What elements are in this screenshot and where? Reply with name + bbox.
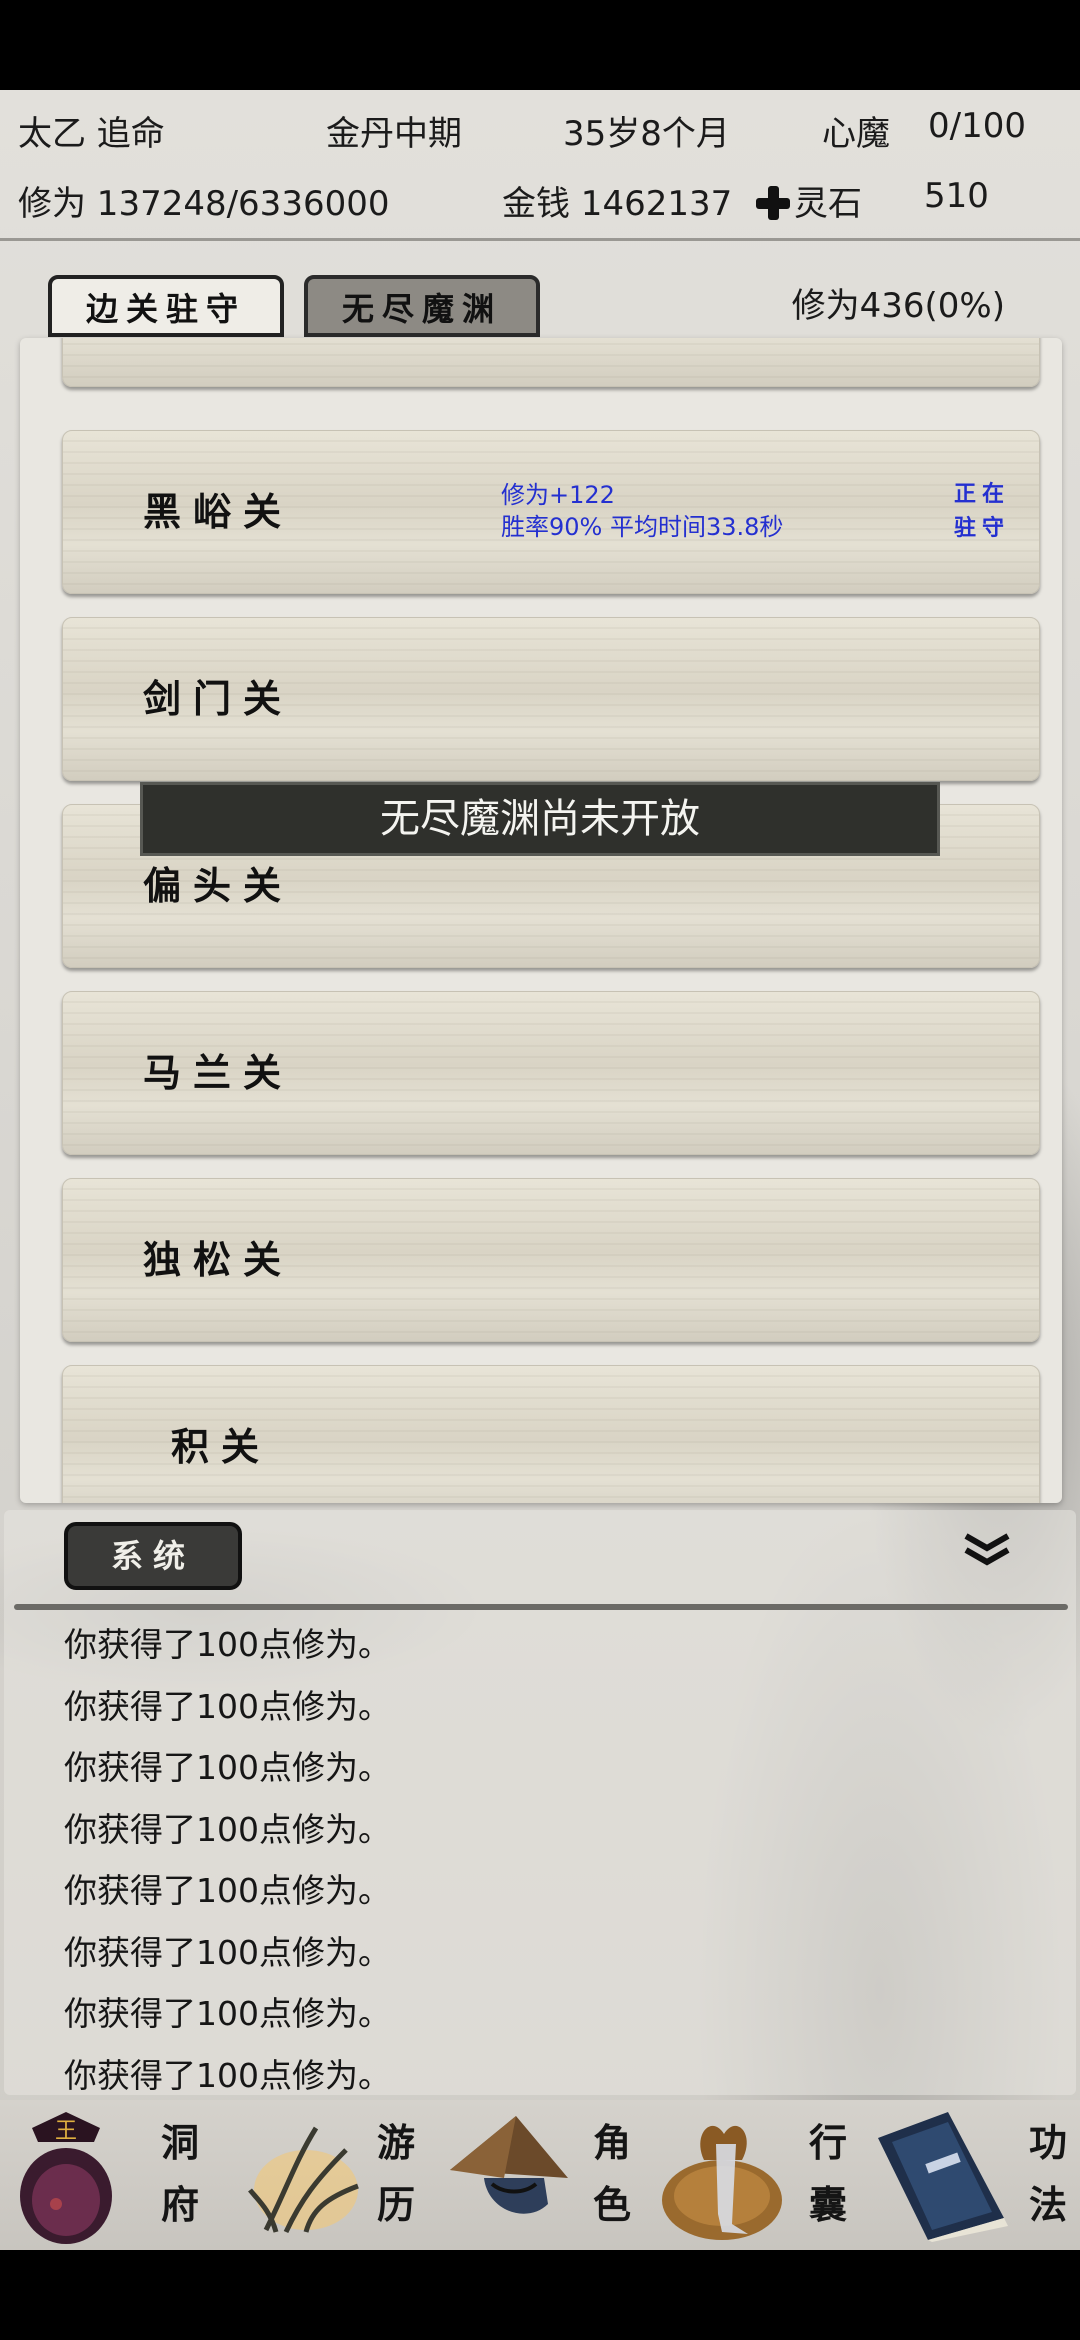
log-divider bbox=[14, 1604, 1068, 1610]
log-message: 你获得了100点修为。 bbox=[64, 1748, 391, 1787]
pass-name: 马兰关 bbox=[143, 1050, 294, 1095]
pass-name: 偏头关 bbox=[143, 863, 294, 908]
pass-card-heiyu[interactable]: 黑峪关 修为+122 胜率90% 平均时间33.8秒 正在 驻守 bbox=[62, 430, 1040, 594]
spirit-stone-value: 510 bbox=[924, 176, 989, 216]
nav-cave-residence[interactable]: 王 洞 府 bbox=[0, 2100, 215, 2250]
nav-label: 游 bbox=[376, 2120, 415, 2165]
pass-info: 修为+122 胜率90% 平均时间33.8秒 bbox=[501, 479, 783, 543]
log-message: 你获得了100点修为。 bbox=[64, 1809, 391, 1849]
pass-name: 积关 bbox=[171, 1424, 272, 1469]
player-name: 太乙 追命 bbox=[18, 114, 165, 154]
pass-card[interactable] bbox=[62, 338, 1040, 387]
bag-icon bbox=[662, 2125, 782, 2240]
log-message: 你获得了100点修为。 bbox=[64, 1932, 391, 1972]
toast-message: 无尽魔渊尚未开放 bbox=[140, 782, 940, 856]
log-message: 你获得了100点修为。 bbox=[64, 1994, 391, 2033]
spirit-stone-label: 灵石 bbox=[794, 184, 862, 224]
pass-stats: 胜率90% 平均时间33.8秒 bbox=[501, 513, 784, 541]
collapse-chevron-icon[interactable] bbox=[962, 1530, 1012, 1570]
home-indicator-bar bbox=[0, 2250, 1080, 2340]
xiuwei-rate: 修为436(0%) bbox=[791, 286, 1005, 326]
nav-bag[interactable]: 行 囊 bbox=[648, 2100, 863, 2250]
nav-label: 色 bbox=[592, 2182, 631, 2227]
tab-endless-abyss[interactable]: 无尽魔渊 bbox=[304, 275, 540, 337]
pass-card-malan[interactable]: 马兰关 bbox=[62, 991, 1040, 1155]
nav-label: 法 bbox=[1028, 2182, 1067, 2227]
character-hat-icon bbox=[450, 2116, 568, 2214]
header-divider bbox=[0, 238, 1080, 241]
nav-character[interactable]: 角 色 bbox=[432, 2100, 647, 2250]
cave-residence-icon: 王 bbox=[20, 2112, 112, 2244]
log-message: 你获得了100点修为。 bbox=[64, 1625, 391, 1664]
demon-label: 心魔 bbox=[822, 114, 890, 154]
svg-text:王: 王 bbox=[55, 2119, 77, 2144]
demon-value: 0/100 bbox=[928, 106, 1026, 146]
money: 金钱 1462137 bbox=[502, 184, 733, 224]
log-message: 你获得了100点修为。 bbox=[64, 1686, 391, 1726]
nav-label: 囊 bbox=[808, 2182, 847, 2227]
pass-card-dusong[interactable]: 独松关 bbox=[62, 1178, 1040, 1342]
player-age: 35岁8个月 bbox=[563, 114, 730, 154]
pass-name: 黑峪关 bbox=[143, 489, 294, 534]
bottom-nav: 王 洞 府 游 历 角 色 行 囊 功 法 bbox=[0, 2100, 1080, 2250]
tab-border-garrison[interactable]: 边关驻守 bbox=[48, 275, 284, 337]
pass-name: 独松关 bbox=[143, 1237, 294, 1282]
nav-label: 行 bbox=[808, 2120, 847, 2165]
nav-skills[interactable]: 功 法 bbox=[864, 2100, 1080, 2250]
spirit-stone: 灵石 bbox=[756, 176, 862, 225]
pass-card-jianmen[interactable]: 剑门关 bbox=[62, 617, 1040, 781]
travel-grass-icon bbox=[248, 2126, 359, 2234]
player-status: 太乙 追命 金丹中期 35岁8个月 心魔 0/100 修为 137248/633… bbox=[0, 90, 1080, 240]
player-realm: 金丹中期 bbox=[326, 114, 462, 154]
xiuwei-progress: 修为 137248/6336000 bbox=[18, 184, 390, 224]
log-messages: 你获得了100点修为。 你获得了100点修为。 你获得了100点修为。 你获得了… bbox=[64, 1614, 391, 2106]
status-bar bbox=[0, 0, 1080, 90]
nav-label: 洞 bbox=[160, 2120, 199, 2165]
nav-label: 历 bbox=[376, 2182, 415, 2227]
garrison-state: 正在 驻守 bbox=[953, 481, 1010, 541]
pass-reward: 修为+122 bbox=[501, 481, 615, 509]
nav-travel[interactable]: 游 历 bbox=[216, 2100, 431, 2250]
pass-card-ji[interactable]: 积关 bbox=[62, 1365, 1040, 1503]
log-message: 你获得了100点修为。 bbox=[64, 2055, 391, 2095]
nav-label: 角 bbox=[592, 2120, 631, 2165]
pass-list[interactable]: 黑峪关 修为+122 胜率90% 平均时间33.8秒 正在 驻守 剑门关 偏头关 … bbox=[20, 338, 1062, 1503]
nav-label: 府 bbox=[160, 2182, 199, 2227]
spirit-stone-icon bbox=[756, 186, 790, 220]
pass-name: 剑门关 bbox=[143, 676, 294, 721]
log-message: 你获得了100点修为。 bbox=[64, 1871, 391, 1910]
nav-label: 功 bbox=[1028, 2120, 1067, 2165]
book-icon bbox=[878, 2112, 1008, 2242]
tab-system[interactable]: 系统 bbox=[64, 1522, 242, 1590]
